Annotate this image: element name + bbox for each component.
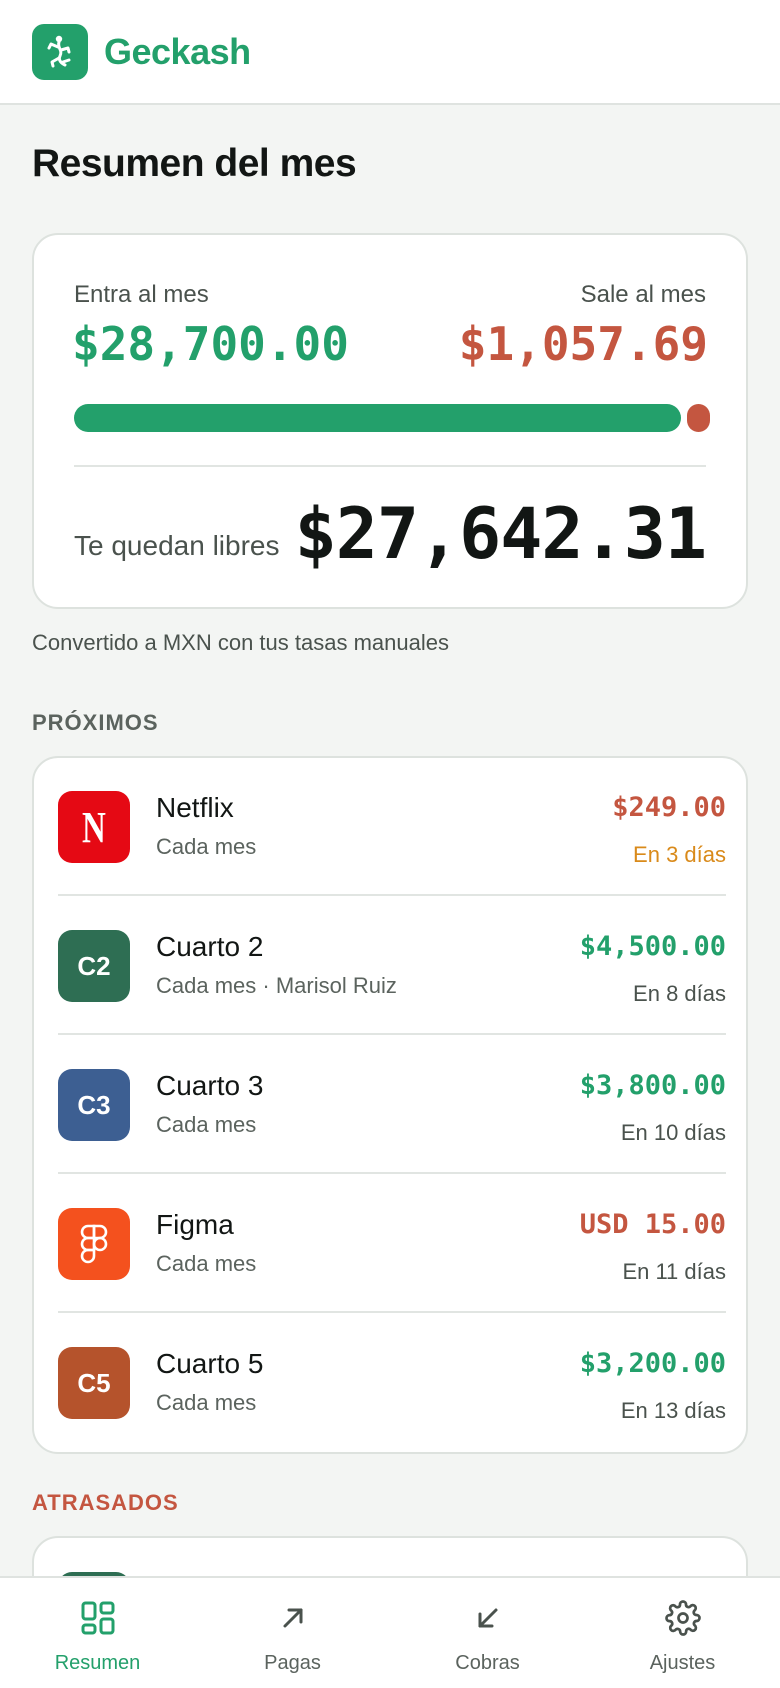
free-amount: $27,642.31 <box>294 493 707 575</box>
nav-label: Pagas <box>264 1652 321 1674</box>
item-amount: $249.00 <box>612 792 726 823</box>
upcoming-list: N Netflix Cada mes $249.00 En 3 días C2 … <box>32 756 748 1454</box>
netflix-logo-icon: N <box>58 791 130 863</box>
nav-tab-ajustes[interactable]: Ajustes <box>585 1578 780 1688</box>
item-amount: USD 15.00 <box>579 1209 726 1240</box>
page-title: Resumen del mes <box>32 142 357 185</box>
income-label: Entra al mes <box>74 281 209 308</box>
item-due: En 11 días <box>622 1259 726 1284</box>
divider <box>74 465 706 467</box>
income-progress-bar <box>74 404 681 432</box>
list-item-cuarto-5[interactable]: C5 Cuarto 5 Cada mes $3,200.00 En 13 día… <box>34 1314 746 1452</box>
app-name: Geckash <box>104 30 251 72</box>
list-item-figma[interactable]: Figma Cada mes USD 15.00 En 11 días <box>34 1175 746 1313</box>
item-name: Figma <box>156 1209 234 1240</box>
row-divider <box>58 1311 726 1313</box>
initials-badge-icon: C5 <box>58 1347 130 1419</box>
item-frequency: Cada mes <box>156 1390 257 1415</box>
app-header: Geckash <box>0 0 780 105</box>
figma-logo-icon <box>58 1208 130 1280</box>
row-divider <box>58 1033 726 1035</box>
row-divider <box>58 894 726 896</box>
arrow-up-right-icon <box>273 1598 313 1638</box>
arrow-down-left-icon <box>468 1598 508 1638</box>
expense-label: Sale al mes <box>580 281 706 308</box>
bottom-nav: Resumen Pagas Cobras Ajustes <box>0 1576 780 1688</box>
list-item-cuarto-3[interactable]: C3 Cuarto 3 Cada mes $3,800.00 En 10 día… <box>34 1036 746 1174</box>
item-amount: $4,500.00 <box>579 931 726 962</box>
nav-label: Resumen <box>54 1652 141 1674</box>
nav-tab-resumen[interactable]: Resumen <box>0 1578 195 1688</box>
expense-amount: $1,057.69 <box>458 317 708 371</box>
item-frequency: Cada mes <box>156 1251 257 1276</box>
item-frequency: Cada mes <box>156 1112 257 1137</box>
badge-initials: C2 <box>77 950 111 981</box>
nav-label: Ajustes <box>649 1652 716 1674</box>
nav-tab-pagas[interactable]: Pagas <box>195 1578 390 1688</box>
item-name: Cuarto 5 <box>156 1348 264 1379</box>
expense-progress-bar <box>687 404 710 432</box>
row-divider <box>58 1172 726 1174</box>
item-amount: $3,800.00 <box>579 1070 726 1101</box>
item-due: En 13 días <box>620 1398 726 1423</box>
badge-initials: C5 <box>77 1367 111 1398</box>
netflix-logo-letter: N <box>82 802 106 852</box>
item-amount: $3,200.00 <box>579 1348 726 1379</box>
item-name: Netflix <box>156 792 234 823</box>
conversion-note: Convertido a MXN con tus tasas manuales <box>32 630 449 655</box>
item-name: Cuarto 3 <box>156 1070 264 1101</box>
upcoming-section-label: PRÓXIMOS <box>32 710 159 735</box>
nav-label: Cobras <box>455 1652 520 1674</box>
income-amount: $28,700.00 <box>72 317 349 371</box>
gecko-logo-icon <box>32 23 88 80</box>
item-due: En 8 días <box>633 981 726 1006</box>
initials-badge-icon: C2 <box>58 930 130 1002</box>
grid-icon <box>78 1598 118 1638</box>
item-due: En 3 días <box>633 842 726 867</box>
badge-initials: C3 <box>77 1089 111 1120</box>
item-frequency: Cada mes · Marisol Ruiz <box>156 973 397 998</box>
overdue-section-label: ATRASADOS <box>32 1490 179 1515</box>
initials-badge-icon: C3 <box>58 1069 130 1141</box>
list-item-cuarto-2[interactable]: C2 Cuarto 2 Cada mes · Marisol Ruiz $4,5… <box>34 897 746 1035</box>
monthly-summary-card: Entra al mes Sale al mes $28,700.00 $1,0… <box>32 233 748 609</box>
gear-icon <box>663 1598 703 1638</box>
list-item-netflix[interactable]: N Netflix Cada mes $249.00 En 3 días <box>34 758 746 896</box>
item-due: En 10 días <box>620 1120 726 1145</box>
item-frequency: Cada mes <box>156 834 257 859</box>
item-name: Cuarto 2 <box>156 931 264 962</box>
free-label: Te quedan libres <box>74 530 280 561</box>
nav-tab-cobras[interactable]: Cobras <box>390 1578 585 1688</box>
